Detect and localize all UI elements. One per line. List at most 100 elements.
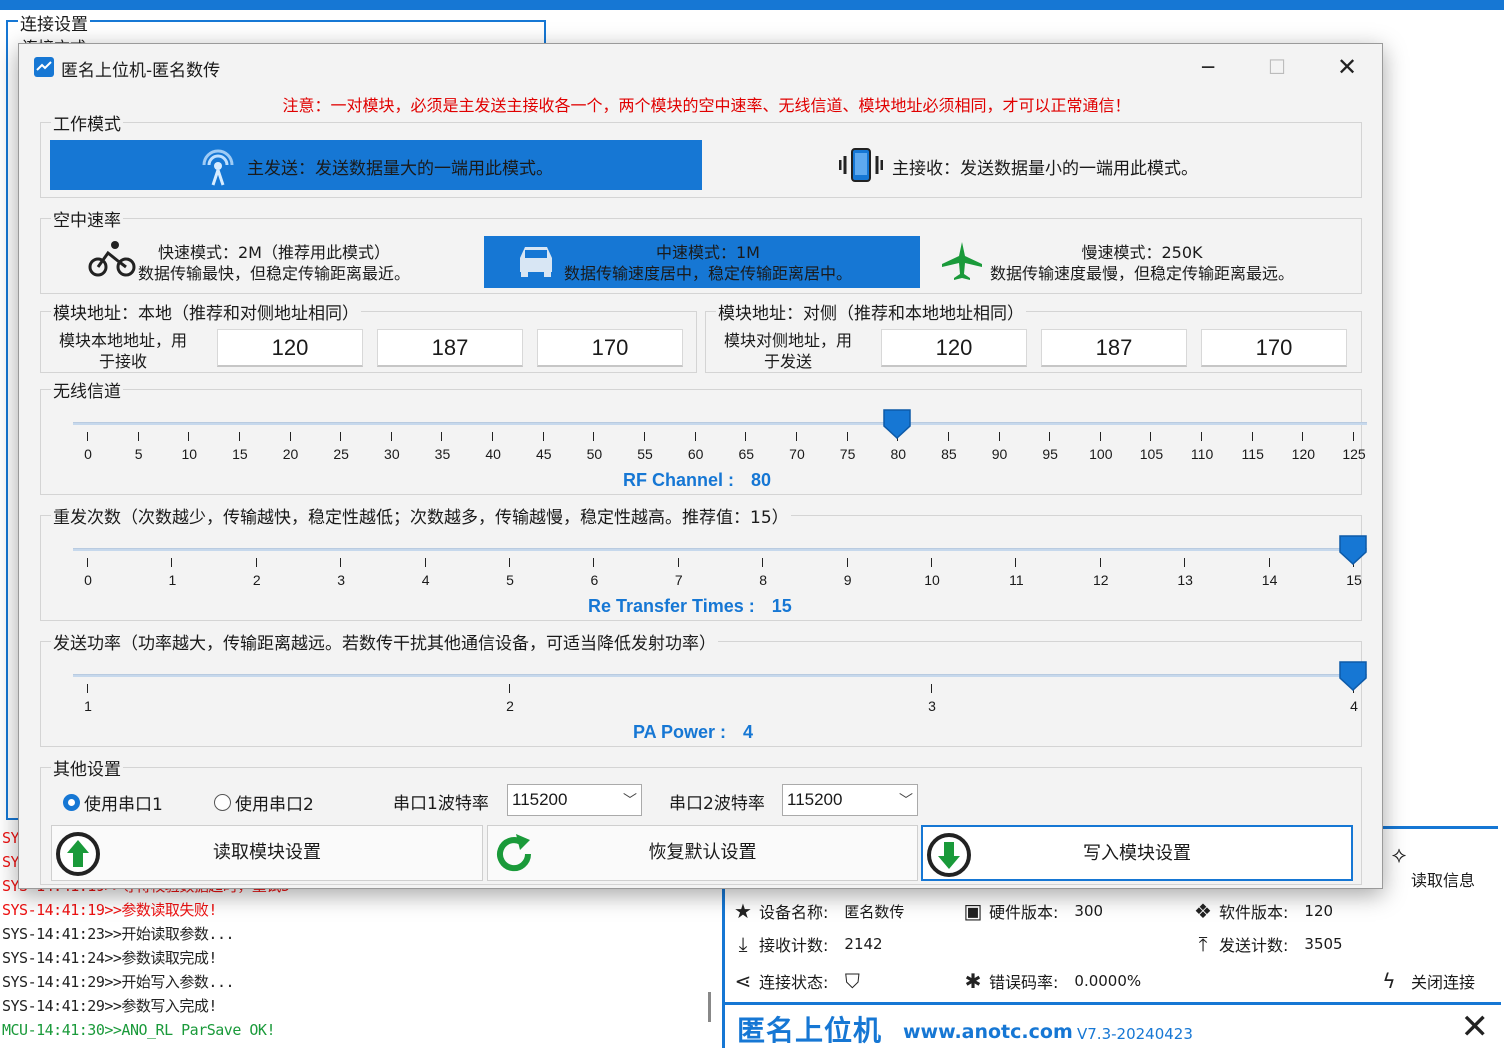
device-name-value: 匿名数传 bbox=[844, 902, 905, 921]
slider-tick-label: 110 bbox=[1190, 446, 1214, 462]
local-address-field-1[interactable]: 120 bbox=[217, 329, 363, 367]
log-line: SYS-14:41:23>>开始读取参数... bbox=[2, 925, 235, 943]
slider-tick bbox=[947, 432, 949, 441]
use-port2-radio[interactable]: 使用串口2 bbox=[214, 790, 314, 815]
hw-version-label: 硬件版本: bbox=[989, 903, 1059, 922]
use-port1-radio[interactable]: 使用串口1 bbox=[63, 790, 163, 815]
log-line: SYS-14:41:29>>开始写入参数... bbox=[2, 973, 235, 991]
master-rx-option[interactable]: 主接收：发送数据量小的一端用此模式。 bbox=[702, 140, 1362, 190]
slider-tick bbox=[644, 432, 646, 441]
slider-tick bbox=[846, 432, 848, 441]
log-line: MCU-14:41:30>>ANO_RL ParSave OK! bbox=[2, 1021, 275, 1039]
use-port2-label: 使用串口2 bbox=[235, 795, 314, 815]
slider-tick-label: 40 bbox=[485, 446, 501, 462]
write-settings-button[interactable]: 写入模块设置 bbox=[921, 825, 1353, 881]
slider-tick-label: 12 bbox=[1093, 572, 1109, 588]
read-settings-button[interactable]: 读取模块设置 bbox=[51, 825, 483, 881]
slider-tick-label: 75 bbox=[839, 446, 856, 462]
rx-count-label: 接收计数: bbox=[759, 936, 829, 955]
slider-tick-label: 0 bbox=[84, 572, 92, 588]
slider-tick bbox=[1015, 558, 1017, 567]
slider-tick-label: 50 bbox=[586, 446, 603, 462]
air-rate-medium-option[interactable]: 中速模式：1M 数据传输速度居中，稳定传输距离居中。 bbox=[484, 236, 920, 288]
slider-tick bbox=[1099, 432, 1101, 441]
download-tray-icon: ⤓ bbox=[738, 932, 748, 956]
remote-address-label-line1: 模块对侧地址，用 bbox=[724, 331, 853, 350]
slider-tick bbox=[931, 684, 932, 693]
slider-tick bbox=[255, 558, 257, 567]
slider-tick bbox=[542, 432, 544, 441]
slider-track[interactable] bbox=[73, 422, 1367, 425]
port1-baud-select[interactable]: 115200 ﹀ bbox=[507, 784, 642, 816]
pa-power-caption-value: 4 bbox=[743, 722, 754, 742]
air-rate-group: 空中速率 快速模式：2M（推荐用此模式） 数据传输最快，但稳定传输距离最近。 中… bbox=[40, 206, 1362, 294]
use-port1-label: 使用串口1 bbox=[84, 795, 163, 815]
close-x-icon[interactable]: ✕ bbox=[1461, 1007, 1490, 1047]
conn-state-row: ⋖ 连接状态: ⛉ bbox=[731, 969, 864, 993]
maximize-button[interactable]: ☐ bbox=[1254, 50, 1300, 84]
background-group-title: 连接设置 bbox=[18, 10, 90, 35]
log-line: SYS-14:41:29>>参数写入完成! bbox=[2, 997, 217, 1015]
log-scrollbar[interactable] bbox=[708, 992, 711, 1022]
local-address-title: 模块地址：本地（推荐和对侧地址相同） bbox=[51, 299, 361, 324]
slider-tick-label: 30 bbox=[384, 446, 400, 462]
slider-tick bbox=[441, 432, 443, 441]
slider-thumb[interactable] bbox=[883, 409, 911, 439]
dropbox-icon: ❖ bbox=[1194, 899, 1212, 923]
slider-track[interactable] bbox=[73, 674, 1367, 677]
air-rate-fast-option[interactable]: 快速模式：2M（推荐用此模式） 数据传输最快，但稳定传输距离最近。 bbox=[50, 236, 484, 288]
tx-count-label: 发送计数: bbox=[1219, 936, 1289, 955]
chevron-down-icon: ﹀ bbox=[899, 792, 913, 808]
hw-version-row: ▣ 硬件版本: 300 bbox=[961, 899, 1104, 923]
slider-tick-label: 80 bbox=[890, 446, 907, 462]
title-bar[interactable]: 匿名上位机-匿名数传 ─ ☐ ✕ bbox=[19, 44, 1382, 90]
slider-tick-label: 2 bbox=[252, 572, 261, 588]
local-address-field-3[interactable]: 170 bbox=[537, 329, 683, 367]
slider-thumb[interactable] bbox=[1339, 535, 1367, 565]
port2-baud-select[interactable]: 115200 ﹀ bbox=[782, 784, 918, 816]
close-connection-button[interactable]: ϟ 关闭连接 bbox=[1377, 969, 1475, 993]
slider-tick-label: 0 bbox=[84, 446, 92, 462]
use-port1-radio-dot[interactable] bbox=[63, 794, 80, 811]
close-button[interactable]: ✕ bbox=[1324, 50, 1370, 84]
slider-track[interactable] bbox=[73, 548, 1367, 551]
background-title-strip bbox=[0, 0, 1504, 10]
local-address-field-2[interactable]: 187 bbox=[377, 329, 523, 367]
use-port2-radio-dot[interactable] bbox=[214, 794, 231, 811]
slider-tick-label: 90 bbox=[991, 446, 1008, 462]
slider-tick bbox=[188, 432, 190, 441]
close-connection-label: 关闭连接 bbox=[1411, 973, 1476, 992]
slider-tick bbox=[1201, 432, 1203, 441]
device-name-label: 设备名称: bbox=[759, 903, 829, 922]
slider-tick-label: 9 bbox=[843, 572, 852, 588]
slider-tick-label: 8 bbox=[759, 572, 768, 588]
error-rate-row: ✱ 错误码率: 0.0000% bbox=[961, 969, 1142, 993]
slider-tick-label: 60 bbox=[687, 446, 704, 462]
log-line: SYS-14:41:19>>参数读取失败! bbox=[2, 901, 217, 919]
minimize-button[interactable]: ─ bbox=[1185, 50, 1231, 84]
slider-tick bbox=[846, 558, 848, 567]
port1-baud-value: 115200 bbox=[512, 790, 568, 809]
upload-tray-icon: ⤒ bbox=[1198, 932, 1208, 956]
read-info-icon: ⟡ bbox=[1391, 843, 1407, 868]
air-rate-medium-line2: 数据传输速度居中，稳定传输距离居中。 bbox=[564, 264, 853, 283]
slider-tick bbox=[390, 432, 392, 441]
slider-tick-label: 15 bbox=[232, 446, 248, 462]
master-tx-option[interactable]: 主发送：发送数据量大的一端用此模式。 bbox=[50, 140, 702, 190]
slider-tick-label: 20 bbox=[282, 446, 299, 462]
read-info-label[interactable]: 读取信息 bbox=[1411, 867, 1475, 891]
air-rate-medium-line1: 中速模式：1M bbox=[656, 243, 760, 262]
read-info-button[interactable]: ⟡ bbox=[1387, 843, 1411, 868]
reset-defaults-button[interactable]: 恢复默认设置 bbox=[487, 825, 918, 881]
remote-address-field-2[interactable]: 187 bbox=[1041, 329, 1187, 367]
slider-tick bbox=[931, 558, 932, 567]
slider-tick-label: 15 bbox=[1346, 572, 1362, 588]
slider-tick bbox=[1049, 432, 1051, 441]
air-rate-slow-option[interactable]: 慢速模式：250K 数据传输速度最慢，但稳定传输距离最远。 bbox=[920, 236, 1354, 288]
remote-address-field-3[interactable]: 170 bbox=[1201, 329, 1347, 367]
slider-tick bbox=[424, 558, 426, 567]
brand-url[interactable]: www.anotc.com bbox=[903, 1021, 1073, 1043]
slider-tick-label: 115 bbox=[1241, 446, 1264, 462]
remote-address-field-1[interactable]: 120 bbox=[881, 329, 1027, 367]
slider-thumb[interactable] bbox=[1339, 661, 1367, 691]
